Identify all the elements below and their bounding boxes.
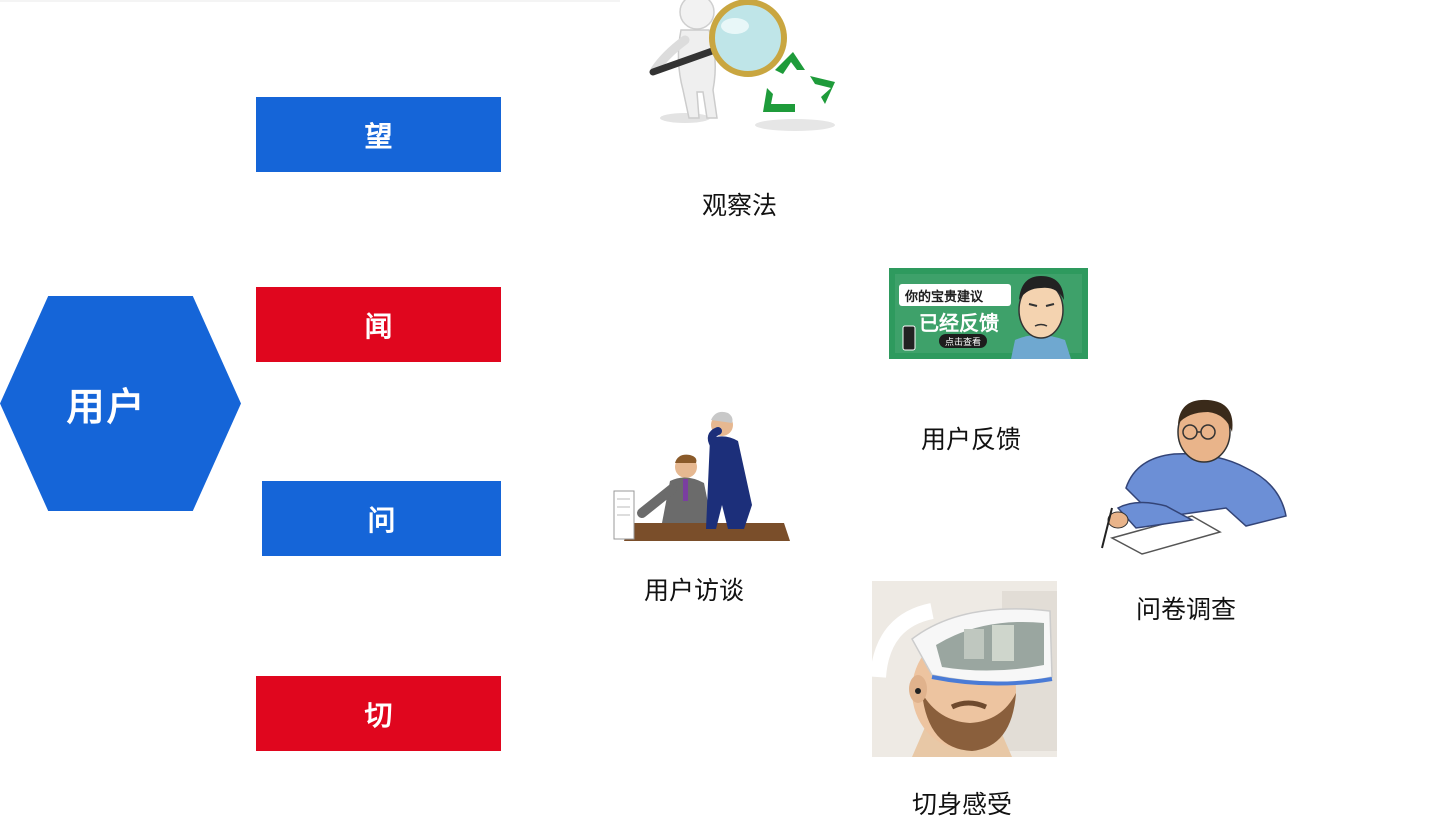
caption-interview: 用户访谈 <box>644 576 745 605</box>
method-label-look: 望 <box>364 119 393 153</box>
method-label-ask: 问 <box>367 503 396 537</box>
interview-people-icon <box>612 405 790 545</box>
method-box-feel: 切 <box>256 676 501 751</box>
method-box-ask: 问 <box>262 481 501 556</box>
banner-line2: 已经反馈 <box>919 311 999 335</box>
survey-writing-man-icon <box>1096 398 1292 556</box>
user-hexagon: 用户 <box>0 296 241 511</box>
top-divider-line <box>0 0 620 2</box>
user-hexagon-label: 用户 <box>66 385 147 429</box>
magnifier-figure-icon <box>645 0 845 135</box>
feedback-banner-image: 你的宝贵建议 已经反馈 点击查看 <box>889 268 1088 359</box>
method-box-look: 望 <box>256 97 501 172</box>
caption-observation: 观察法 <box>702 191 778 220</box>
banner-button: 点击查看 <box>945 336 981 348</box>
banner-line1: 你的宝贵建议 <box>904 289 984 305</box>
caption-feedback: 用户反馈 <box>921 425 1022 454</box>
method-label-listen: 闻 <box>364 309 393 343</box>
method-label-feel: 切 <box>364 698 393 732</box>
caption-experience: 切身感受 <box>912 790 1013 819</box>
caption-survey: 问卷调查 <box>1136 595 1237 624</box>
vr-headset-photo <box>872 581 1057 757</box>
method-box-listen: 闻 <box>256 287 501 362</box>
